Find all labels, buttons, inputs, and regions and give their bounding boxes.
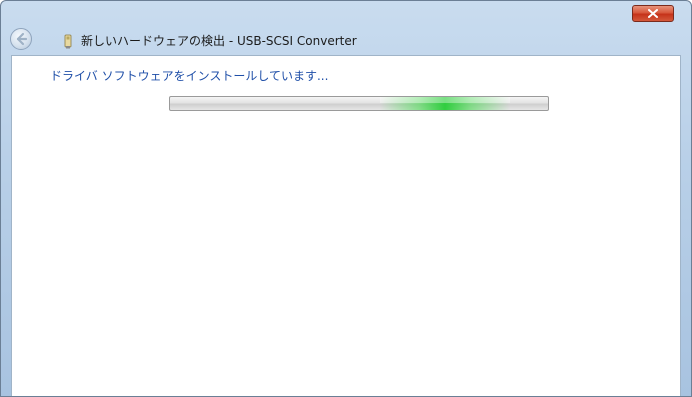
progress-marquee (380, 97, 510, 110)
window-title: 新しいハードウェアの検出 - USB-SCSI Converter (81, 34, 357, 48)
status-message: ドライバ ソフトウェアをインストールしています... (50, 69, 329, 83)
installer-window: 新しいハードウェアの検出 - USB-SCSI Converter (0, 0, 692, 397)
close-button[interactable] (632, 5, 674, 22)
back-button[interactable] (10, 28, 32, 50)
back-arrow-icon (16, 32, 28, 46)
progress-bar (169, 96, 549, 111)
usb-device-icon (64, 34, 72, 49)
title-bar: 新しいハードウェアの検出 - USB-SCSI Converter (1, 1, 691, 53)
close-x-icon (648, 9, 658, 18)
